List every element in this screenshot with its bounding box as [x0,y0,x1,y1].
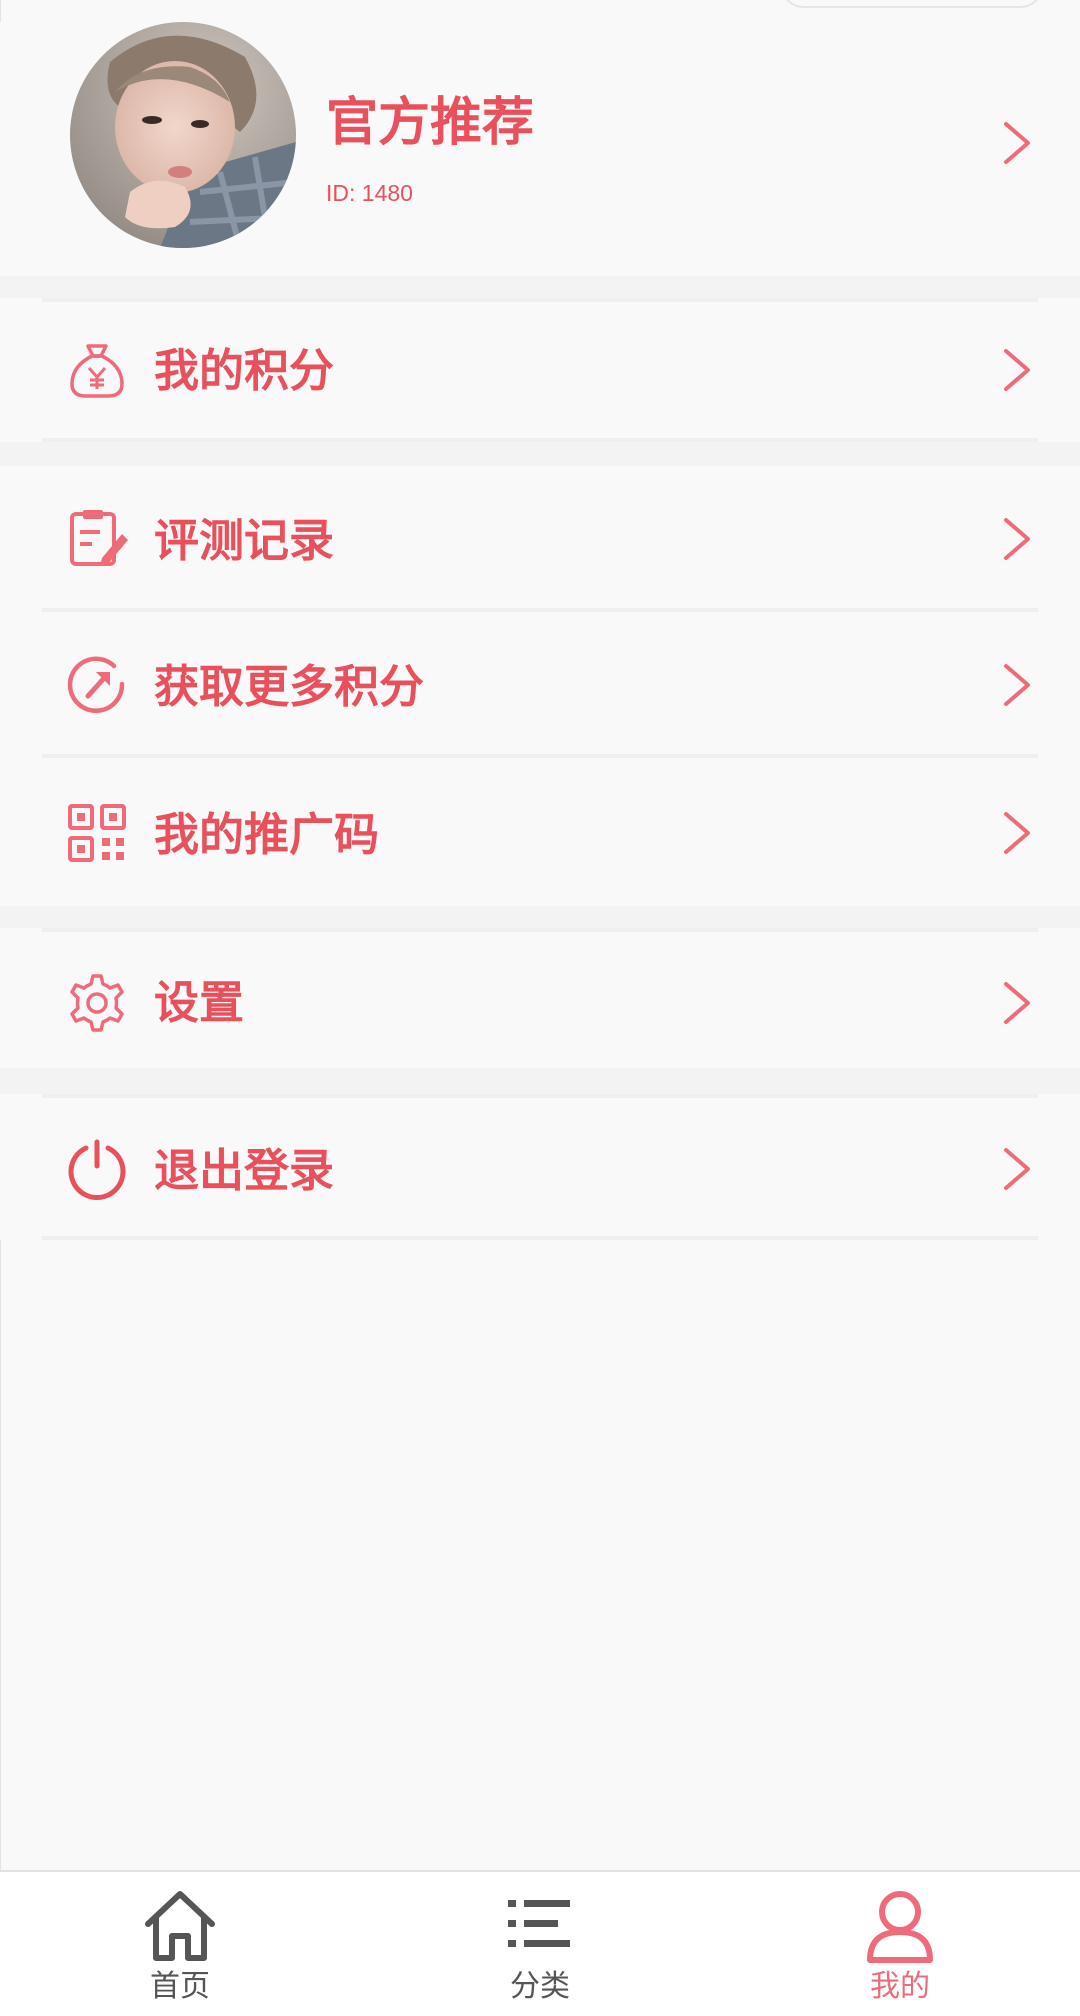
chevron-right-icon [1004,122,1030,164]
menu-item-promo-code[interactable]: 我的推广码 [0,758,1080,906]
chevron-right-icon [1004,1148,1030,1190]
profile-name: 官方推荐 [326,93,535,153]
section-gap [0,1068,1080,1094]
profile-id: ID: 1480 [326,180,413,206]
top-pill-decoration [780,0,1044,8]
chevron-right-icon [1004,349,1030,391]
menu-item-promo-code-label: 我的推广码 [154,808,380,861]
bottom-tab-bar: 首页 分类 我的 [0,1870,1080,2016]
menu-item-records[interactable]: 评测记录 [0,466,1080,612]
money-bag-icon [70,344,124,398]
gear-icon [70,974,124,1032]
menu-item-logout-label: 退出登录 [154,1144,335,1197]
avatar[interactable] [70,22,296,248]
menu-item-records-label: 评测记录 [154,514,335,567]
clipboard-edit-icon [70,510,128,566]
profile-header[interactable]: 官方推荐 ID: 1480 [0,22,1080,276]
menu-item-more-points-label: 获取更多积分 [154,660,425,713]
tab-mine[interactable]: 我的 [720,1872,1080,2016]
compass-arrow-icon [67,656,125,714]
menu-item-settings[interactable]: 设置 [0,928,1080,1068]
section-gap [0,276,1080,298]
user-icon [867,1891,933,1963]
power-icon [68,1139,126,1200]
divider [42,928,1038,932]
chevron-right-icon [1004,518,1030,560]
qr-code-icon [68,804,126,862]
tab-home-label: 首页 [150,1969,210,2004]
divider [42,1094,1038,1098]
divider [42,298,1038,302]
tab-mine-label: 我的 [870,1969,930,2004]
menu-item-points[interactable]: 我的积分 [0,298,1080,442]
menu-item-more-points[interactable]: 获取更多积分 [0,612,1080,758]
chevron-right-icon [1004,812,1030,854]
menu-item-points-label: 我的积分 [154,344,335,397]
divider [42,1236,1038,1240]
menu-item-logout[interactable]: 退出登录 [0,1094,1080,1240]
menu-item-settings-label: 设置 [154,976,245,1029]
tab-category-label: 分类 [510,1969,570,2004]
home-icon [145,1891,215,1961]
section-gap [0,442,1080,466]
list-icon [508,1900,570,1947]
tab-category[interactable]: 分类 [360,1872,720,2016]
chevron-right-icon [1004,982,1030,1024]
chevron-right-icon [1004,664,1030,706]
section-gap [0,906,1080,928]
tab-home[interactable]: 首页 [0,1872,360,2016]
